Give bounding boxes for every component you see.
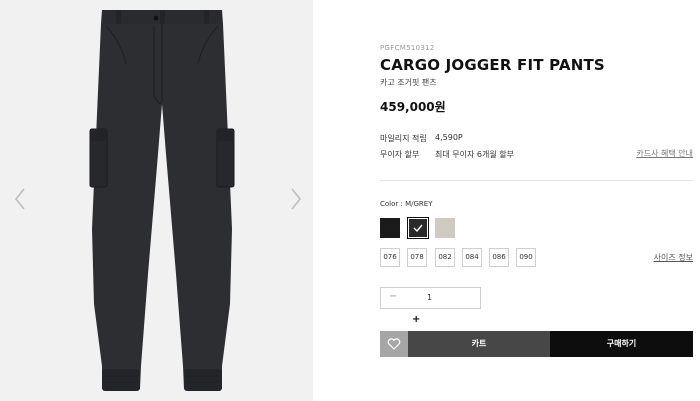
buy-now-button[interactable]: 구매하기 — [550, 331, 693, 357]
color-swatch-m-grey[interactable] — [407, 217, 429, 239]
chevron-left-icon[interactable] — [13, 186, 27, 212]
wishlist-button[interactable] — [380, 331, 408, 357]
heart-icon — [387, 338, 401, 350]
color-swatch-beige[interactable] — [435, 218, 455, 238]
add-option-button[interactable]: + — [412, 314, 420, 325]
mileage-label: 마일리지 적립 — [380, 134, 427, 143]
product-title: CARGO JOGGER FIT PANTS — [380, 56, 605, 74]
size-option-084[interactable]: 084 — [462, 248, 482, 267]
quantity-stepper[interactable]: − 1 — [380, 287, 481, 309]
add-to-cart-button[interactable]: 카트 — [408, 331, 550, 357]
check-icon — [413, 224, 423, 232]
size-option-082[interactable]: 082 — [435, 248, 455, 267]
product-price: 459,000원 — [380, 100, 446, 114]
size-option-078[interactable]: 078 — [407, 248, 427, 267]
size-guide-link[interactable]: 사이즈 정보 — [654, 252, 693, 263]
color-swatch-black[interactable] — [380, 218, 400, 238]
size-option-086[interactable]: 086 — [489, 248, 509, 267]
mileage-value: 4,590P — [435, 133, 463, 142]
card-benefit-link[interactable]: 카드사 혜택 안내 — [636, 148, 693, 159]
installment-value: 최대 무이자 6개월 할부 — [435, 150, 514, 159]
divider — [380, 180, 693, 181]
product-sku: PGFCM510312 — [380, 44, 435, 52]
installment-label: 무이자 할부 — [380, 150, 420, 159]
size-option-076[interactable]: 076 — [380, 248, 400, 267]
product-info-panel: PGFCM510312 CARGO JOGGER FIT PANTS 카고 조거… — [380, 0, 700, 401]
color-label: Color : M/GREY — [380, 200, 433, 208]
product-image — [89, 10, 235, 391]
quantity-value[interactable]: 1 — [427, 293, 432, 302]
product-image-gallery — [0, 0, 313, 401]
quantity-decrease-button[interactable]: − — [389, 291, 397, 302]
size-option-090[interactable]: 090 — [516, 248, 536, 267]
product-subtitle: 카고 조거핏 팬츠 — [380, 78, 437, 87]
chevron-right-icon[interactable] — [289, 186, 303, 212]
